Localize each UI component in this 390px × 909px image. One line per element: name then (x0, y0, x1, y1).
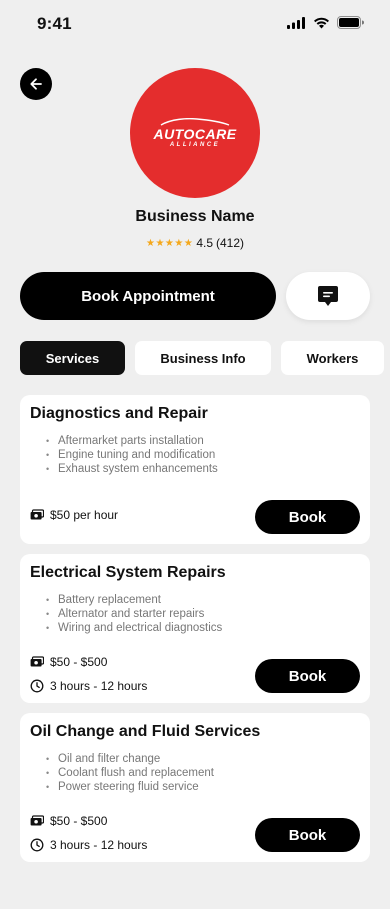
service-card: Diagnostics and Repair Aftermarket parts… (20, 395, 370, 544)
list-item: Power steering fluid service (46, 780, 214, 794)
list-item: Wiring and electrical diagnostics (46, 621, 222, 635)
service-title: Diagnostics and Repair (30, 405, 208, 422)
service-title: Oil Change and Fluid Services (30, 723, 261, 740)
arrow-left-icon (30, 78, 42, 90)
list-item: Engine tuning and modification (46, 448, 218, 462)
message-button[interactable] (286, 272, 370, 320)
tab-bar: Services Business Info Workers (20, 341, 390, 375)
review-count: (412) (216, 236, 245, 250)
list-item: Coolant flush and replacement (46, 766, 214, 780)
car-silhouette-icon (160, 118, 230, 126)
business-name: Business Name (135, 208, 255, 225)
book-appointment-button[interactable]: Book Appointment (20, 272, 276, 320)
money-icon (30, 656, 44, 667)
service-card: Electrical System Repairs Battery replac… (20, 554, 370, 703)
book-button[interactable]: Book (255, 500, 360, 534)
service-features: Aftermarket parts installation Engine tu… (46, 434, 218, 476)
clock-icon (30, 679, 44, 693)
status-time: 9:41 (37, 14, 72, 33)
battery-icon (337, 16, 364, 29)
book-button[interactable]: Book (255, 818, 360, 852)
service-title: Electrical System Repairs (30, 564, 226, 581)
cellular-signal-icon (287, 16, 305, 29)
service-duration: 3 hours - 12 hours (50, 838, 148, 852)
list-item: Aftermarket parts installation (46, 434, 218, 448)
money-icon (30, 509, 44, 520)
business-logo: AUTOCARE ALLIANCE (130, 68, 260, 198)
service-price: $50 per hour (50, 508, 119, 522)
list-item: Battery replacement (46, 593, 222, 607)
book-button[interactable]: Book (255, 659, 360, 693)
service-price: $50 - $500 (50, 655, 108, 669)
service-price: $50 - $500 (50, 814, 108, 828)
star-rating-icon: ★★★★★ (145, 237, 194, 249)
clock-icon (30, 838, 44, 852)
status-icons (287, 16, 364, 29)
duration-row: 3 hours - 12 hours (30, 679, 147, 693)
service-features: Oil and filter change Coolant flush and … (46, 752, 214, 794)
list-item: Oil and filter change (46, 752, 214, 766)
money-icon (30, 815, 44, 826)
service-duration: 3 hours - 12 hours (50, 679, 148, 693)
list-item: Exhaust system enhancements (46, 462, 218, 476)
list-item: Alternator and starter repairs (46, 607, 222, 621)
service-card: Oil Change and Fluid Services Oil and fi… (20, 713, 370, 862)
price-row: $50 - $500 (30, 655, 107, 669)
price-row: $50 - $500 (30, 814, 107, 828)
service-features: Battery replacement Alternator and start… (46, 593, 222, 635)
status-bar: 9:41 (0, 0, 390, 48)
logo-subtitle: ALLIANCE (169, 142, 221, 148)
rating-value: 4.5 (196, 236, 213, 250)
wifi-icon (314, 17, 329, 28)
tab-business-info[interactable]: Business Info (135, 341, 271, 375)
back-button[interactable] (20, 68, 52, 100)
duration-row: 3 hours - 12 hours (30, 838, 147, 852)
price-row: $50 per hour (30, 508, 118, 522)
rating-row: ★★★★★ 4.5 (412) (0, 236, 390, 250)
tab-workers[interactable]: Workers (281, 341, 384, 375)
tab-services[interactable]: Services (20, 341, 125, 375)
chat-icon (318, 286, 338, 306)
logo-wordmark: AUTOCARE (153, 126, 237, 142)
